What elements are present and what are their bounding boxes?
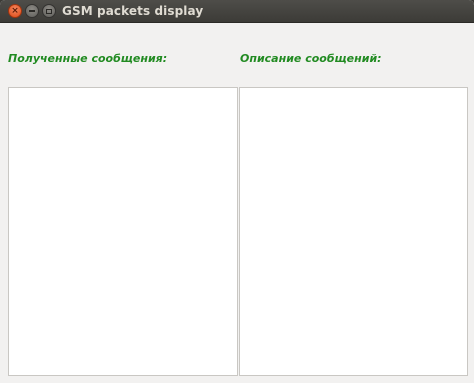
message-description-area[interactable] bbox=[239, 87, 468, 376]
maximize-glyph bbox=[46, 8, 52, 14]
minimize-icon[interactable] bbox=[25, 4, 39, 18]
app-window: × GSM packets display Полученные сообщен… bbox=[0, 0, 474, 383]
received-messages-label: Полученные сообщения: bbox=[8, 52, 168, 65]
window-title: GSM packets display bbox=[62, 4, 204, 18]
minimize-glyph bbox=[29, 10, 35, 12]
message-description-label: Описание сообщений: bbox=[240, 52, 382, 65]
close-icon[interactable]: × bbox=[8, 4, 22, 18]
maximize-icon[interactable] bbox=[42, 4, 56, 18]
received-messages-list[interactable] bbox=[8, 87, 238, 376]
title-bar[interactable]: × GSM packets display bbox=[0, 0, 474, 23]
close-glyph: × bbox=[11, 5, 19, 16]
